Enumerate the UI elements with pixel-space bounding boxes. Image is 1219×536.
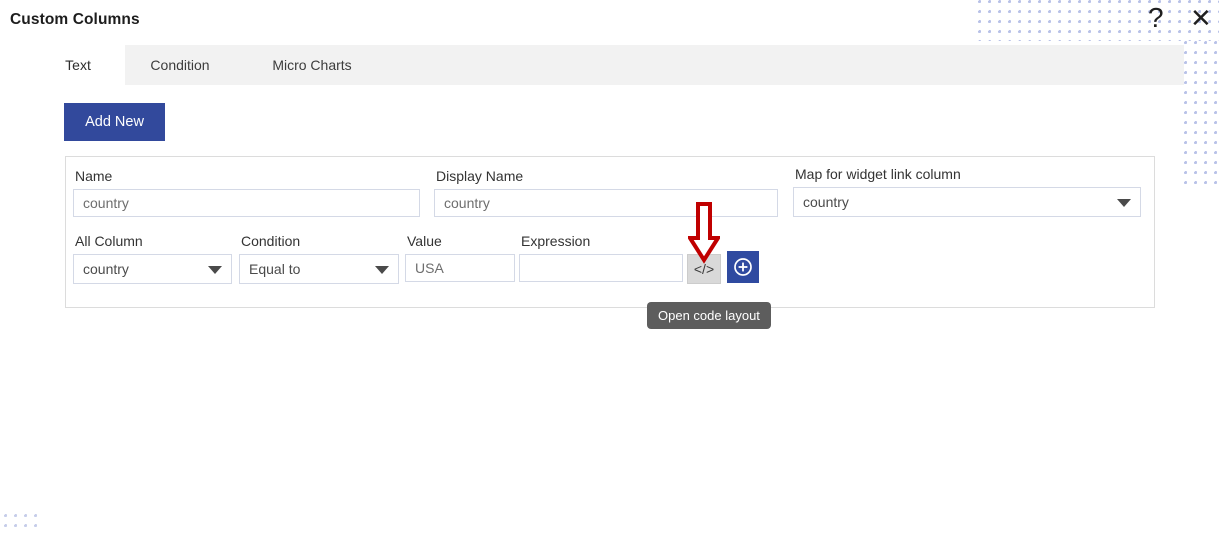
- dotted-pattern-bottom-left: [4, 514, 42, 534]
- dialog-custom-columns: Custom Columns ? ✕ Text Condition Micro …: [0, 0, 1219, 536]
- all-column-value: country: [83, 261, 129, 277]
- code-brackets-icon[interactable]: </>: [687, 254, 721, 284]
- add-condition-row-button[interactable]: [727, 251, 759, 283]
- value-label: Value: [407, 233, 442, 249]
- dotted-pattern-right: [1184, 41, 1219, 190]
- custom-column-form-panel: Name Display Name Map for widget link co…: [65, 156, 1155, 308]
- add-new-button[interactable]: Add New: [64, 103, 165, 141]
- map-widget-link-label: Map for widget link column: [795, 166, 961, 182]
- tab-bar: Text Condition Micro Charts: [0, 45, 1184, 85]
- display-name-label: Display Name: [436, 168, 524, 184]
- help-icon[interactable]: ?: [1148, 4, 1164, 32]
- expression-label: Expression: [521, 233, 591, 249]
- tab-text[interactable]: Text: [48, 45, 108, 85]
- name-input[interactable]: [73, 189, 420, 217]
- tooltip-open-code-layout: Open code layout: [647, 302, 771, 329]
- tab-micro-charts[interactable]: Micro Charts: [256, 45, 368, 85]
- chevron-down-icon: [375, 266, 389, 274]
- value-input[interactable]: [405, 254, 515, 282]
- plus-circle-icon: [734, 258, 752, 276]
- page-title: Custom Columns: [10, 11, 140, 28]
- name-label: Name: [75, 168, 113, 184]
- chevron-down-icon: [1117, 199, 1131, 207]
- condition-value: Equal to: [249, 261, 301, 277]
- dotted-pattern-top: [978, 0, 1219, 41]
- expression-input[interactable]: [519, 254, 683, 282]
- chevron-down-icon: [208, 266, 222, 274]
- map-widget-link-value: country: [803, 194, 849, 210]
- map-widget-link-select[interactable]: country: [793, 187, 1141, 217]
- condition-label: Condition: [241, 233, 301, 249]
- display-name-input[interactable]: [434, 189, 778, 217]
- close-icon[interactable]: ✕: [1190, 5, 1212, 31]
- all-column-label: All Column: [75, 233, 143, 249]
- condition-select[interactable]: Equal to: [239, 254, 399, 284]
- tab-condition[interactable]: Condition: [138, 45, 222, 85]
- all-column-select[interactable]: country: [73, 254, 232, 284]
